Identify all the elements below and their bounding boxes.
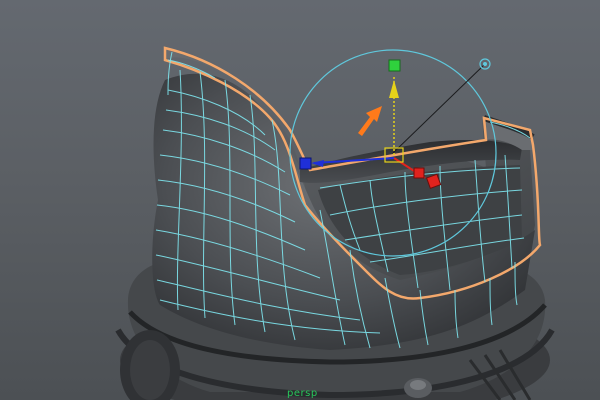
z-axis-cube-icon[interactable] — [299, 157, 312, 170]
camera-name-label: persp — [287, 388, 318, 399]
y-axis-arrow[interactable] — [389, 80, 399, 98]
maya-viewport[interactable]: persp — [0, 0, 600, 400]
viewport-scene[interactable] — [0, 0, 600, 400]
x-axis-cube-icon[interactable] — [413, 167, 425, 179]
annotation-arrow-icon — [358, 106, 382, 136]
y-axis-cube-icon[interactable] — [388, 59, 401, 72]
view-axis-handle[interactable] — [479, 58, 491, 70]
boot-mesh[interactable] — [152, 46, 542, 350]
